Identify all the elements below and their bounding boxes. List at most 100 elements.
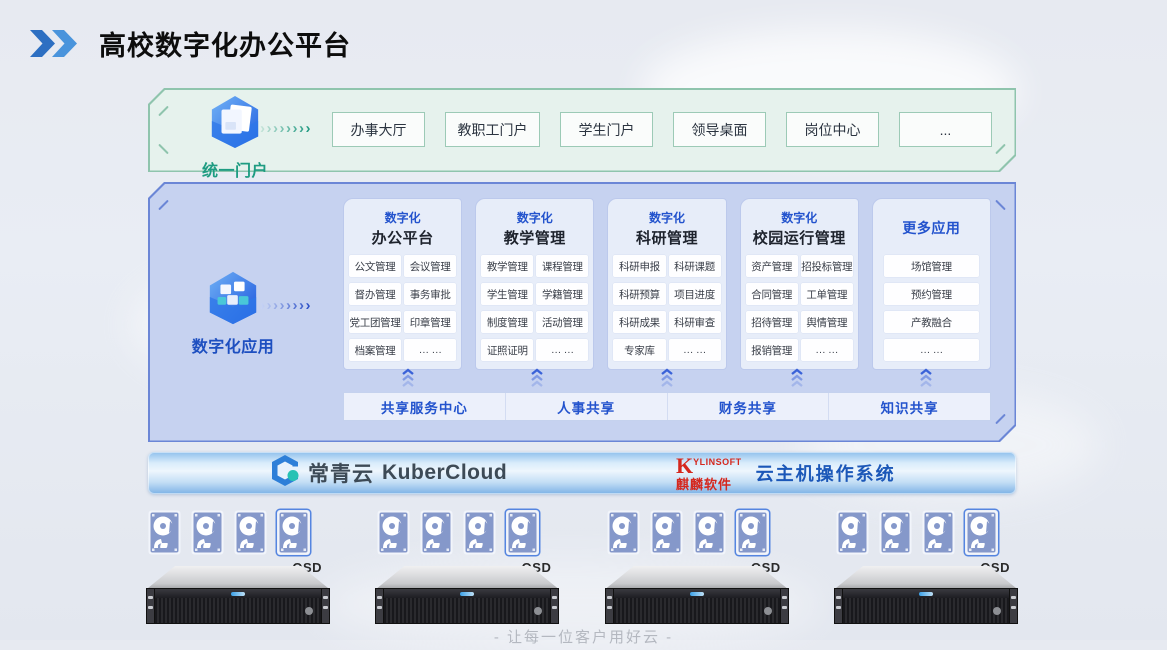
power-button-icon (305, 607, 313, 615)
app-item: 项目进度 (669, 283, 721, 305)
portal-button-service-hall: 办事大厅 (332, 112, 425, 147)
hard-disk-icon (879, 510, 912, 555)
column-subtitle: 数字化 (349, 209, 456, 226)
shared-services-bar: 共享服务中心 人事共享 财务共享 知识共享 (343, 392, 991, 421)
portal-button-student-portal: 学生门户 (560, 112, 653, 147)
server-group: OSD (148, 508, 328, 630)
chassis-top (148, 566, 328, 588)
server-group: OSD (377, 508, 557, 630)
up-arrows-icon (602, 368, 732, 388)
app-item: … … (669, 339, 721, 361)
app-item: 科研预算 (613, 283, 665, 305)
portal-label: 统一门户 (202, 157, 268, 181)
app-item: 印章管理 (404, 311, 456, 333)
portal-button-post-center: 岗位中心 (786, 112, 879, 147)
apps-label: 数字化应用 (192, 333, 275, 357)
hard-disk-icon (148, 510, 181, 555)
kylin-cn-name: 麒麟软件 (676, 478, 742, 491)
portal-button-more: ... (899, 112, 992, 147)
column-title: 办公平台 (349, 227, 456, 248)
shared-finance: 财务共享 (667, 393, 829, 420)
power-button-icon (534, 607, 542, 615)
app-column-office: 数字化 办公平台 公文管理 会议管理 督办管理 事务审批 党工团管理 印章管理 … (343, 198, 462, 370)
app-item: … … (801, 339, 853, 361)
column-title: 科研管理 (613, 227, 720, 248)
osd-disks (377, 510, 539, 555)
shared-knowledge: 知识共享 (828, 393, 990, 420)
kubercloud-logo: 常青云 KuberCloud (270, 452, 507, 494)
app-item: 科研课题 (669, 255, 721, 277)
apps-cube-icon (205, 270, 261, 331)
up-arrows-row (343, 368, 991, 388)
server-chassis (148, 566, 328, 624)
chassis-top (607, 566, 787, 588)
rack-ear (375, 588, 384, 624)
app-item: 场馆管理 (884, 255, 979, 277)
app-column-more: 更多应用 场馆管理 预约管理 产教融合 … … (872, 198, 991, 370)
cloud-platform-bar: 常青云 KuberCloud K YLINSOFT 麒麟软件 云主机操作系统 (148, 452, 1016, 494)
app-item: 公文管理 (349, 255, 401, 277)
app-item: 科研成果 (613, 311, 665, 333)
rack-ear (1009, 588, 1018, 624)
app-item: 合同管理 (746, 283, 798, 305)
app-item: … … (404, 339, 456, 361)
app-item: 制度管理 (481, 311, 533, 333)
chassis-led (231, 592, 245, 596)
app-item: 证照证明 (481, 339, 533, 361)
app-item: 招待管理 (746, 311, 798, 333)
shared-service-center: 共享服务中心 (344, 393, 505, 420)
column-subtitle: 数字化 (746, 209, 853, 226)
title-row: 高校数字化办公平台 (30, 24, 351, 63)
app-item: 学籍管理 (536, 283, 588, 305)
app-column-campus-ops: 数字化 校园运行管理 资产管理 招投标管理 合同管理 工单管理 招待管理 舆情管… (740, 198, 859, 370)
app-item: 党工团管理 (349, 311, 401, 333)
hard-disk-icon-highlighted (506, 510, 539, 555)
rack-ear (146, 588, 155, 624)
hard-disk-icon (650, 510, 683, 555)
column-subtitle: 数字化 (481, 209, 588, 226)
app-item: 教学管理 (481, 255, 533, 277)
app-columns-row: 数字化 办公平台 公文管理 会议管理 督办管理 事务审批 党工团管理 印章管理 … (343, 198, 991, 370)
rack-ear (605, 588, 614, 624)
footer-slogan: - 让每一位客户用好云 - (0, 626, 1167, 647)
up-arrows-icon (473, 368, 603, 388)
chassis-led (919, 592, 933, 596)
kylin-wordmark: YLINSOFT (693, 458, 742, 467)
hard-disk-icon (836, 510, 869, 555)
osd-disks (836, 510, 998, 555)
chassis-front (836, 588, 1016, 624)
portal-button-staff-portal: 教职工门户 (445, 112, 540, 147)
app-item: 督办管理 (349, 283, 401, 305)
kubercloud-brand-cn: 常青云 (308, 458, 374, 488)
hard-disk-icon (234, 510, 267, 555)
chassis-front (607, 588, 787, 624)
app-item: 产教融合 (884, 311, 979, 333)
column-title: 更多应用 (878, 218, 985, 238)
cloud-host-os-label: 云主机操作系统 (756, 460, 896, 486)
server-row: OSD OSD (148, 508, 1016, 630)
kubercloud-brand-en: KuberCloud (382, 461, 507, 485)
app-item: 预约管理 (884, 283, 979, 305)
portal-cube-icon (208, 94, 262, 155)
osd-disks (148, 510, 310, 555)
server-group: OSD (607, 508, 787, 630)
double-chevron-icon (30, 30, 77, 57)
rack-ear (780, 588, 789, 624)
chassis-top (836, 566, 1016, 588)
osd-disks (607, 510, 769, 555)
app-item: 报销管理 (746, 339, 798, 361)
hard-disk-icon (463, 510, 496, 555)
app-item: … … (536, 339, 588, 361)
up-arrows-icon (861, 368, 991, 388)
unified-portal-box: 统一门户 ›››››››› 办事大厅 教职工门户 学生门户 领导桌面 岗位中心 … (148, 88, 1016, 172)
portal-identity: 统一门户 (180, 94, 290, 181)
app-item: 课程管理 (536, 255, 588, 277)
kylin-k-letter: K (676, 455, 693, 477)
app-item: 事务审批 (404, 283, 456, 305)
hard-disk-icon (420, 510, 453, 555)
hard-disk-icon (191, 510, 224, 555)
app-item: 学生管理 (481, 283, 533, 305)
server-chassis (377, 566, 557, 624)
column-title: 校园运行管理 (746, 227, 853, 248)
kubercloud-hexagon-icon (270, 454, 300, 492)
